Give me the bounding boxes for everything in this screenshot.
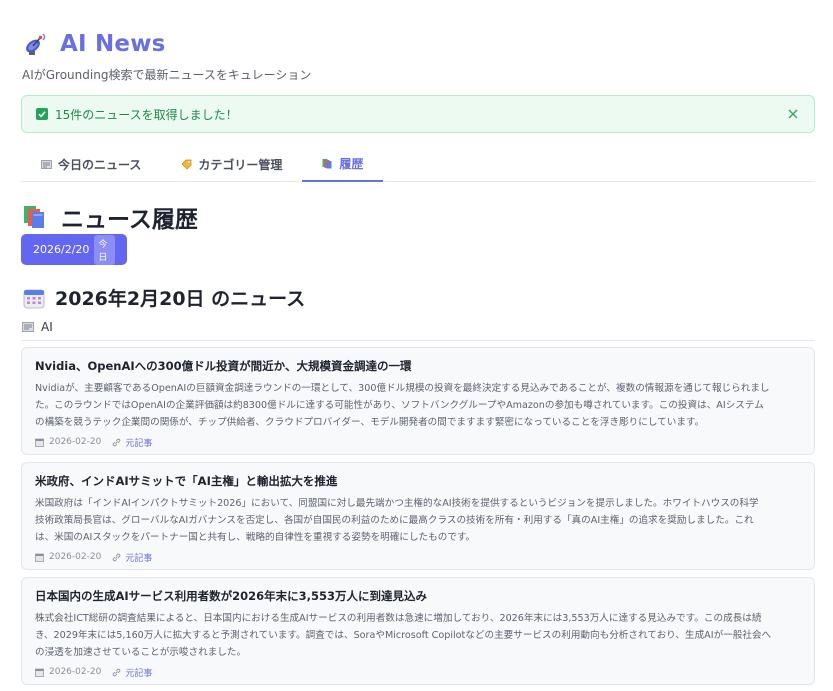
link-icon	[112, 668, 121, 677]
selected-date: 2026/2/20	[33, 243, 90, 256]
source-link[interactable]: 元記事	[112, 551, 152, 564]
news-title: 米政府、インドAIサミットで「AI主権」と輸出拡大を推進	[35, 474, 338, 488]
title-row: AI News	[22, 28, 812, 60]
source-link[interactable]: 元記事	[112, 436, 152, 449]
news-date: 2026-02-20	[49, 667, 102, 677]
tab-category-management[interactable]: カテゴリー管理	[161, 146, 302, 182]
summary-line: は、米国のAIスタックをパートナー国と共有し、戦略的自律性を重視する姿勢を明確に…	[35, 532, 476, 543]
summary-line: Nvidiaが、主要顧客であるOpenAIの巨額資金調達ラウンドの一環として、3…	[35, 383, 770, 394]
books-icon	[322, 158, 333, 169]
source-link[interactable]: 元記事	[112, 666, 152, 679]
tab-today-news[interactable]: 今日のニュース	[21, 146, 161, 182]
tab-label: カテゴリー管理	[198, 157, 283, 172]
label-tag-icon	[181, 159, 192, 170]
today-badge: 今日	[94, 234, 115, 265]
news-date: 2026-02-20	[49, 552, 102, 562]
calendar-icon	[35, 553, 44, 562]
summary-line: の構築を競うテック企業間の関係が、チップ供給者、クラウドプロバイダー、モデル開発…	[35, 417, 705, 428]
calendar-icon	[35, 668, 44, 677]
divider	[21, 340, 815, 341]
calendar-icon	[23, 287, 45, 309]
category-label: AI	[41, 320, 53, 334]
news-meta: 2026-02-20 元記事	[35, 665, 801, 679]
summary-line: 株式会社ICT総研の調査結果によると、日本国内における生成AIサービスの利用者数…	[35, 613, 762, 624]
tab-label: 今日のニュース	[58, 157, 142, 172]
source-link-label: 元記事	[125, 668, 153, 679]
link-icon	[112, 553, 121, 562]
news-title: Nvidia、OpenAIへの300億ドル投資が間近か、大規模資金調達の一環	[35, 359, 412, 373]
summary-line: き、2029年末には5,160万人に拡大すると予測されています。調査では、Sor…	[35, 630, 772, 641]
news-summary: Nvidiaが、主要顧客であるOpenAIの巨額資金調達ラウンドの一環として、3…	[35, 380, 801, 431]
books-icon	[23, 204, 49, 230]
tab-bar: 今日のニュース カテゴリー管理 履歴	[21, 146, 815, 182]
app-subtitle: AIがGrounding検索で最新ニュースをキュレーション	[22, 68, 312, 82]
tab-label: 履歴	[339, 156, 364, 171]
calendar-icon	[35, 438, 44, 447]
day-title: 2026年2月20日 のニュース	[55, 288, 306, 310]
news-card: 日本国内の生成AIサービス利用者数が2026年末に3,553万人に到達見込み 株…	[21, 577, 815, 685]
close-icon[interactable]	[786, 107, 800, 121]
app-header: AI News AIがGrounding検索で最新ニュースをキュレーション	[22, 28, 812, 83]
satellite-dish-icon	[22, 30, 50, 58]
date-select-button[interactable]: 2026/2/20 今日	[21, 234, 127, 265]
news-title: 日本国内の生成AIサービス利用者数が2026年末に3,553万人に到達見込み	[35, 589, 428, 603]
news-card: Nvidia、OpenAIへの300億ドル投資が間近か、大規模資金調達の一環 N…	[21, 347, 815, 455]
news-meta: 2026-02-20 元記事	[35, 550, 801, 564]
news-summary: 米国政府は「インドAIインパクトサミット2026」において、同盟国に対し最先端か…	[35, 495, 801, 546]
news-summary: 株式会社ICT総研の調査結果によると、日本国内における生成AIサービスの利用者数…	[35, 610, 801, 661]
category-header: AI	[22, 320, 53, 334]
source-link-label: 元記事	[125, 553, 153, 564]
news-meta: 2026-02-20 元記事	[35, 435, 801, 449]
day-heading: 2026年2月20日 のニュース	[23, 284, 305, 311]
summary-line: の浸透を加速させていることが示唆されました。	[35, 647, 247, 658]
success-alert: 15件のニュースを取得しました！	[21, 95, 815, 133]
summary-line: た。このラウンドではOpenAIの企業評価額は約8300億ドルに達する可能性があ…	[35, 400, 764, 411]
news-date: 2026-02-20	[49, 437, 102, 447]
source-link-label: 元記事	[125, 438, 153, 449]
alert-message: 15件のニュースを取得しました！	[55, 107, 238, 122]
check-icon	[36, 108, 48, 120]
summary-line: 米国政府は「インドAIインパクトサミット2026」において、同盟国に対し最先端か…	[35, 498, 759, 509]
news-card: 米政府、インドAIサミットで「AI主権」と輸出拡大を推進 米国政府は「インドAI…	[21, 462, 815, 570]
tab-history[interactable]: 履歴	[302, 146, 384, 182]
app-title: AI News	[60, 31, 166, 57]
history-title: ニュース履歴	[61, 207, 198, 233]
summary-line: 技術政策局長官は、グローバルなAIガバナンスを否定し、各国が自国民の利益のために…	[35, 515, 754, 526]
link-icon	[112, 438, 121, 447]
newspaper-icon	[22, 322, 34, 332]
page-title: ニュース履歴	[23, 200, 198, 234]
newspaper-icon	[41, 159, 52, 170]
